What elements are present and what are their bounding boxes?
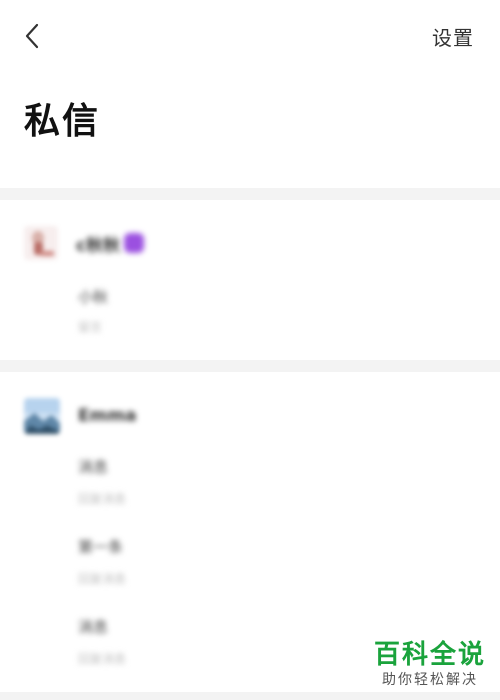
conversation-name: c秋秋 — [76, 235, 121, 256]
top-bar: 设置 — [0, 0, 500, 72]
section-divider — [0, 692, 500, 700]
message-subtitle: 回复消息 — [78, 492, 127, 506]
message-title: 消息 — [78, 458, 109, 476]
conversation-header: Emma — [24, 398, 137, 434]
vip-badge-icon — [124, 233, 145, 253]
section-divider — [0, 360, 500, 372]
chevron-left-icon — [25, 23, 39, 49]
message-title: 第一条 — [78, 538, 124, 556]
message-title: 小秋 — [78, 288, 109, 306]
watermark: 百科全说 助你轻松解决 — [374, 640, 486, 690]
conversation-card[interactable]: c秋秋 小秋 留言 — [0, 200, 500, 360]
section-divider — [0, 188, 500, 200]
watermark-title: 百科全说 — [373, 640, 486, 670]
page-title: 私信 — [24, 101, 101, 142]
avatar[interactable] — [24, 226, 58, 260]
conversation-header: c秋秋 — [24, 226, 145, 260]
avatar[interactable] — [24, 398, 60, 434]
message-subtitle: 回复消息 — [78, 652, 127, 666]
back-button[interactable] — [14, 18, 50, 54]
watermark-subtitle: 助你轻松解决 — [381, 672, 478, 688]
message-subtitle: 回复消息 — [78, 572, 127, 586]
message-title: 消息 — [78, 618, 109, 636]
conversation-name: Emma — [78, 406, 137, 426]
settings-button[interactable]: 设置 — [432, 22, 474, 51]
message-subtitle: 留言 — [78, 320, 103, 334]
messages-page: 设置 私信 c秋秋 小秋 留言 Emma 消息 回复消息 第一条 回复消息 消息… — [0, 0, 500, 700]
